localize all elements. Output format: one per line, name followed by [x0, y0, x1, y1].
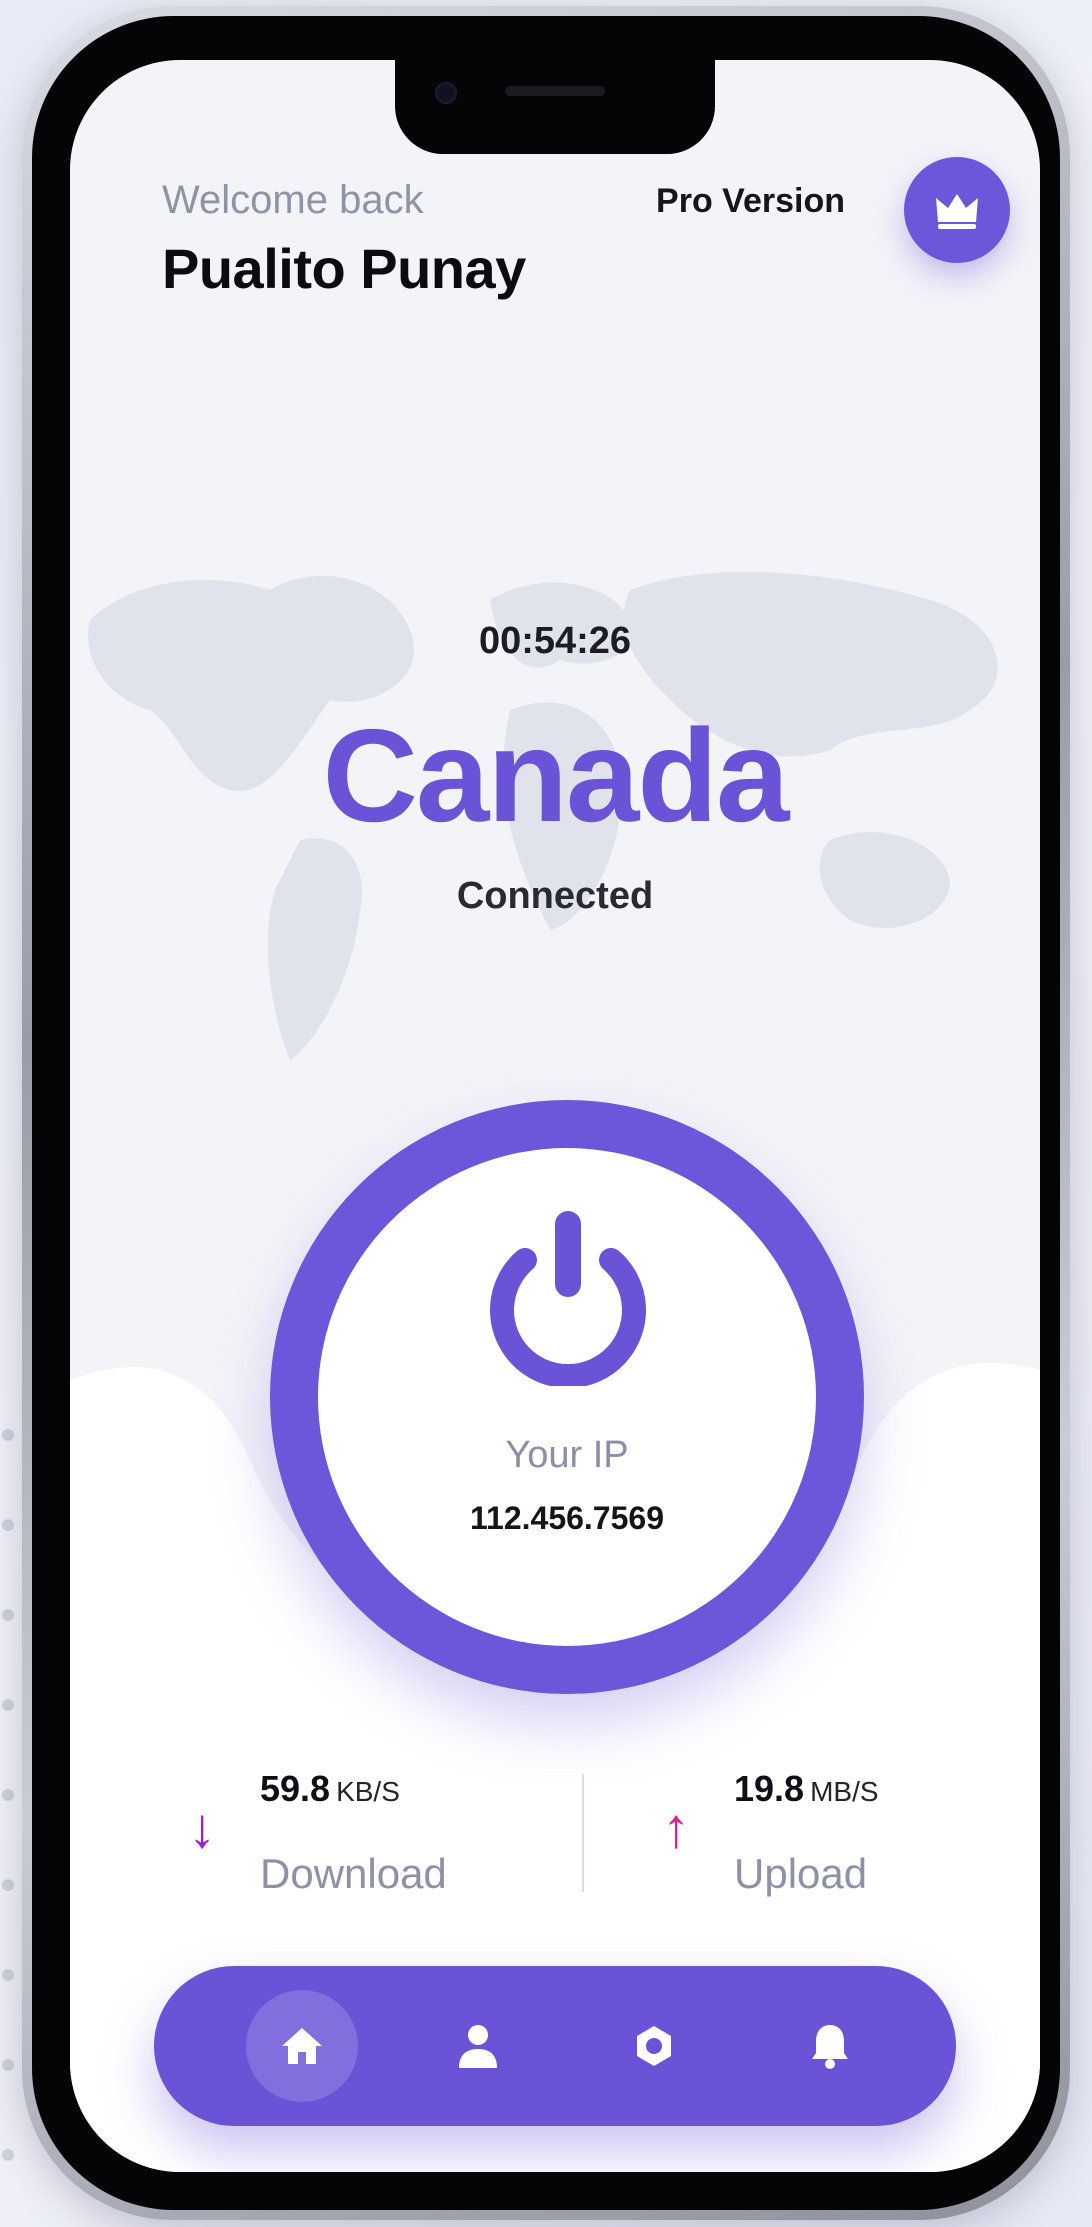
connection-status: Connected	[456, 875, 654, 917]
download-label: Download	[260, 1850, 447, 1897]
arrow-down-icon: ↓	[188, 1796, 216, 1859]
upload-unit: MB/S	[810, 1776, 879, 1807]
app-screen: Welcome back Pualito Punay Pro Version 0…	[70, 60, 1040, 2172]
connection-timer: 00:54:26	[478, 620, 632, 662]
download-unit: KB/S	[336, 1776, 400, 1807]
upload-label: Upload	[734, 1850, 868, 1897]
download-speed: 59.8 KB/S	[260, 1768, 400, 1810]
earpiece-speaker	[505, 86, 605, 96]
connected-country[interactable]: Canada	[70, 700, 1040, 851]
arrow-up-icon: ↑	[662, 1796, 690, 1859]
front-camera	[435, 82, 457, 104]
nav-notifications[interactable]	[774, 1990, 886, 2102]
welcome-text: Welcome back	[162, 178, 424, 222]
pro-version-label[interactable]: Pro Version	[635, 182, 845, 221]
nav-profile[interactable]	[422, 1990, 534, 2102]
nav-home[interactable]	[246, 1990, 358, 2102]
bell-icon	[812, 2025, 848, 2069]
home-icon	[282, 2028, 322, 2064]
upload-value: 19.8	[734, 1768, 805, 1809]
upload-speed: 19.8 MB/S	[734, 1768, 879, 1810]
ip-label: Your IP	[505, 1434, 629, 1476]
stats-divider	[582, 1774, 584, 1892]
nav-settings[interactable]	[598, 1990, 710, 2102]
settings-icon	[637, 2026, 671, 2066]
download-value: 59.8	[260, 1768, 331, 1809]
crown-icon	[936, 194, 978, 229]
user-name: Pualito Punay	[162, 237, 526, 300]
phone-notch	[395, 60, 715, 154]
power-icon[interactable]	[485, 1210, 651, 1386]
ip-value: 112.456.7569	[470, 1500, 664, 1536]
pro-version-button[interactable]	[904, 157, 1010, 263]
user-icon	[459, 2025, 497, 2068]
bottom-navigation	[154, 1966, 956, 2126]
